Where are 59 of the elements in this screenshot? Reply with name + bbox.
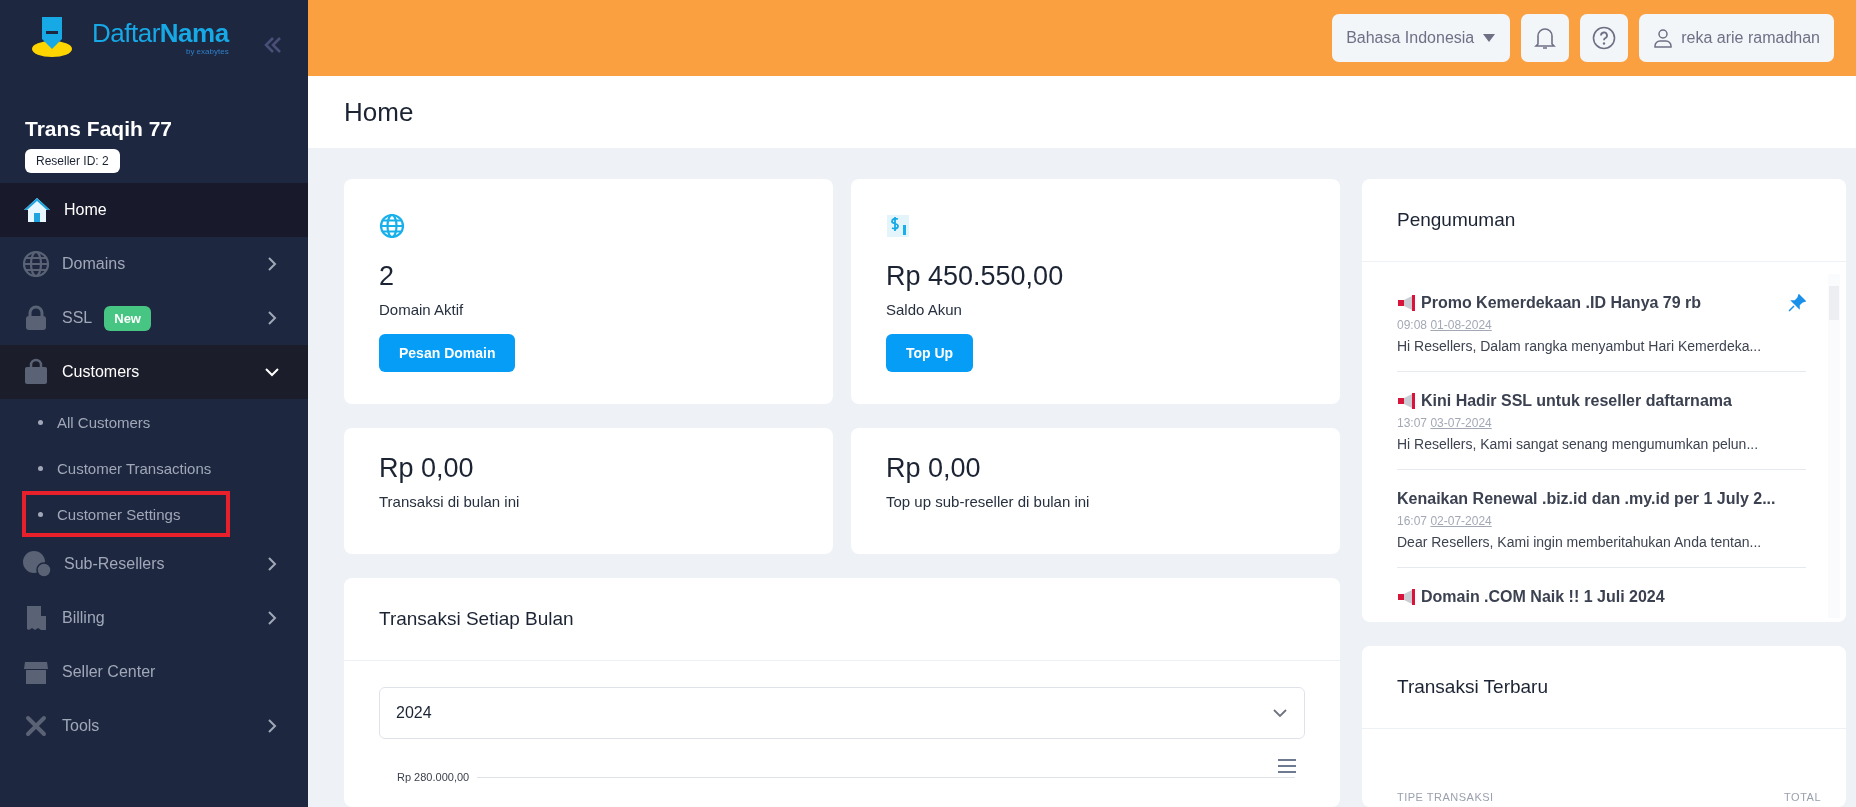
language-dropdown[interactable]: Bahasa Indonesia [1332,14,1511,62]
stat-value: Rp 450.550,00 [886,261,1064,292]
announcement-excerpt: Dear Resellers, Kami ingin memberitahukan Anda tentan... [1397,534,1763,550]
card-title: Transaksi Terbaru [1362,646,1846,729]
card-title: Transaksi Setiap Bulan [344,578,1340,661]
globe-icon [22,250,50,278]
stat-value: 2 [379,261,395,292]
announcement-excerpt: Hi Resellers, Dalam rangka menyambut Hari Kemerdeka... [1397,338,1763,354]
new-badge: New [104,305,151,331]
column-header: TIPE TRANSAKSI [1397,791,1494,803]
caret-icon [1482,33,1497,43]
stat-value: Rp 0,00 [886,452,981,484]
announcement-time: 09:08 01-08-2024 [1397,318,1493,332]
stat-value: Rp 0,00 [379,452,474,484]
column-header: TOTAL [1784,791,1821,803]
sidebar-item[interactable]: Domains [0,237,308,291]
shopping-bag-icon [22,358,50,386]
sidebar-item[interactable]: Home [0,183,308,237]
announcement-title[interactable]: Domain .COM Naik !! 1 Juli 2024 [1421,588,1806,606]
stat-label: Domain Aktif [379,301,464,318]
menu-icon[interactable] [1277,759,1297,773]
sidebar-item[interactable]: Sub-Resellers [0,537,308,591]
money-icon [886,213,912,239]
home-icon [22,196,52,224]
user-icon [1653,28,1674,48]
help-button[interactable] [1580,14,1629,62]
account-name: Trans Faqih 77 [25,117,174,141]
stat-label: Saldo Akun [886,301,962,318]
globe-icon [379,213,405,239]
announcement-title[interactable]: Kini Hadir SSL untuk reseller daftarnama [1421,392,1806,410]
sidebar-item[interactable]: Tools [0,699,308,753]
chevron-down-icon [1272,708,1288,718]
announcement-title[interactable]: Promo Kemerdekaan .ID Hanya 79 rb [1421,294,1786,312]
user-menu-button[interactable]: reka arie ramadhan [1639,14,1834,62]
logo-byline: by exabytes [185,47,229,56]
bell-icon [1534,26,1557,50]
sidebar-subitem[interactable]: Customer Transactions [22,445,230,491]
sidebar-item[interactable]: Seller Center [0,645,308,699]
year-select[interactable]: 2024 [379,687,1305,739]
logo-wordmark: DaftarNama [92,18,229,49]
page-title: Home [344,96,414,128]
collapse-sidebar-icon[interactable] [264,37,282,53]
stat-label: Transaksi di bulan ini [379,492,520,510]
people-icon [22,550,52,578]
help-icon [1592,26,1617,50]
sidebar-item[interactable]: Customers [0,345,308,399]
sidebar-item[interactable]: Billing [0,591,308,645]
reseller-id-badge: Reseller ID: 2 [25,149,120,173]
sidebar-item[interactable]: SSL New [0,291,308,345]
announcement-time: 16:07 02-07-2024 [1397,514,1493,528]
axis-tick-label: Rp 280.000,00 [397,771,470,783]
announcement-excerpt: Hi Resellers, Kami sangat senang mengumumkan pelun... [1397,436,1760,452]
stat-label: Top up sub-reseller di bulan ini [886,492,1090,510]
card-title: Pengumuman [1362,179,1846,262]
announcement-time: 13:07 03-07-2024 [1397,416,1493,430]
notifications-button[interactable] [1521,14,1570,62]
sidebar-subitem[interactable]: Customer Settings [22,491,230,537]
announcement-title[interactable]: Kenaikan Renewal .biz.id dan .my.id per 1 July 2... [1397,490,1806,508]
sidebar-subitem[interactable]: All Customers [22,399,230,445]
